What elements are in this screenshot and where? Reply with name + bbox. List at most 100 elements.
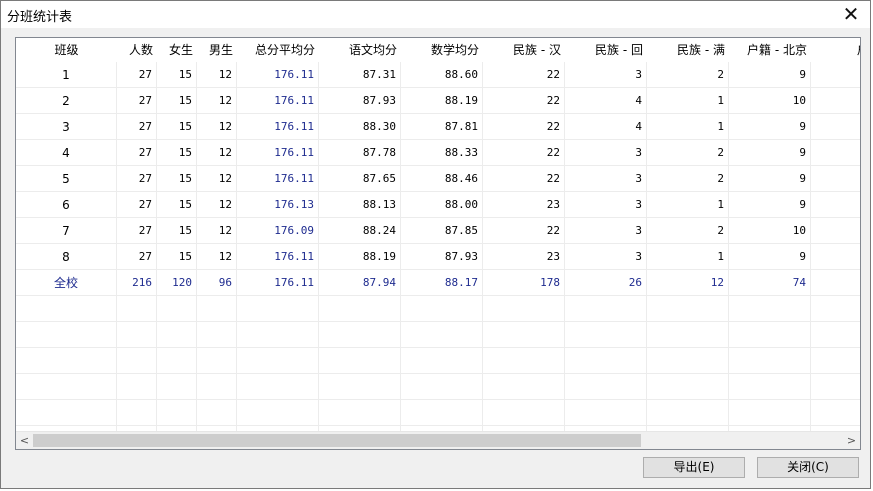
table-cell	[811, 88, 860, 113]
column-header[interactable]: 户籍 - 北京	[729, 38, 811, 62]
column-header[interactable]: 人数	[117, 38, 157, 62]
empty-cell	[197, 296, 237, 321]
table-cell: 176.11	[237, 140, 319, 165]
empty-cell	[319, 400, 401, 425]
title-bar: 分班统计表 ✕	[1, 1, 870, 28]
table-cell: 74	[729, 270, 811, 295]
table-cell: 22	[483, 88, 565, 113]
empty-row	[16, 348, 860, 374]
empty-cell	[565, 348, 647, 373]
table-cell: 88.17	[401, 270, 483, 295]
table-cell: 10	[729, 88, 811, 113]
table-cell: 176.09	[237, 218, 319, 243]
column-header[interactable]: 男生	[197, 38, 237, 62]
empty-cell	[729, 400, 811, 425]
table-row[interactable]: 6 27 15 12 176.13 88.13 88.00 23 3 1 9	[16, 192, 860, 218]
empty-cell	[157, 296, 197, 321]
empty-cell	[647, 374, 729, 399]
empty-cell	[197, 374, 237, 399]
table-row[interactable]: 3 27 15 12 176.11 88.30 87.81 22 4 1 9	[16, 114, 860, 140]
table-cell: 176.11	[237, 62, 319, 87]
empty-cell	[729, 322, 811, 347]
empty-cell	[197, 322, 237, 347]
table-cell	[811, 114, 860, 139]
empty-cell	[237, 400, 319, 425]
table-cell: 88.19	[319, 244, 401, 269]
table-cell: 4	[565, 88, 647, 113]
table-cell: 216	[117, 270, 157, 295]
empty-cell	[16, 322, 117, 347]
table-cell: 176.11	[237, 88, 319, 113]
table-cell: 2	[16, 88, 117, 113]
column-header[interactable]: 班级	[16, 38, 117, 62]
column-header[interactable]: 民族 - 回	[565, 38, 647, 62]
scroll-left-icon[interactable]: <	[16, 432, 33, 449]
empty-cell	[197, 400, 237, 425]
table-cell: 23	[483, 244, 565, 269]
column-header[interactable]: 数学均分	[401, 38, 483, 62]
table-cell: 87.78	[319, 140, 401, 165]
empty-cell	[565, 400, 647, 425]
scroll-right-icon[interactable]: >	[843, 432, 860, 449]
table-cell: 4	[16, 140, 117, 165]
table-cell: 27	[117, 166, 157, 191]
table-cell: 27	[117, 62, 157, 87]
table-cell: 3	[565, 244, 647, 269]
table-cell: 12	[197, 244, 237, 269]
table-row[interactable]: 5 27 15 12 176.11 87.65 88.46 22 3 2 9	[16, 166, 860, 192]
table-cell: 2	[647, 166, 729, 191]
total-row[interactable]: 全校 216 120 96 176.11 87.94 88.17 178 26 12 74	[16, 270, 860, 296]
empty-cell	[117, 348, 157, 373]
horizontal-scrollbar[interactable]: < >	[16, 431, 860, 449]
table-cell: 87.93	[319, 88, 401, 113]
table-cell: 9	[729, 192, 811, 217]
close-button[interactable]: 关闭(C)	[757, 457, 859, 478]
table-row[interactable]: 1 27 15 12 176.11 87.31 88.60 22 3 2 9	[16, 62, 860, 88]
column-header[interactable]: 女生	[157, 38, 197, 62]
table-cell: 9	[729, 166, 811, 191]
column-header[interactable]: 户籍 -	[811, 38, 860, 62]
stats-grid[interactable]: 班级 人数 女生 男生 总分平均分 语文均分 数学均分 民族 - 汉民族 - 回民族 - 满户…	[15, 37, 861, 450]
column-header[interactable]: 语文均分	[319, 38, 401, 62]
table-cell: 87.31	[319, 62, 401, 87]
table-cell: 22	[483, 62, 565, 87]
empty-cell	[565, 322, 647, 347]
empty-cell	[401, 348, 483, 373]
table-cell: 15	[157, 166, 197, 191]
grid-viewport: 班级 人数 女生 男生 总分平均分 语文均分 数学均分 民族 - 汉民族 - 回民族 - 满户…	[16, 38, 860, 432]
table-cell: 88.60	[401, 62, 483, 87]
table-row[interactable]: 8 27 15 12 176.11 88.19 87.93 23 3 1 9	[16, 244, 860, 270]
export-button[interactable]: 导出(E)	[643, 457, 745, 478]
table-cell	[811, 192, 860, 217]
empty-cell	[483, 296, 565, 321]
column-header[interactable]: 民族 - 满	[647, 38, 729, 62]
table-row[interactable]: 7 27 15 12 176.09 88.24 87.85 22 3 2 10	[16, 218, 860, 244]
table-cell: 12	[197, 218, 237, 243]
table-cell: 87.81	[401, 114, 483, 139]
table-cell: 12	[647, 270, 729, 295]
table-row[interactable]: 2 27 15 12 176.11 87.93 88.19 22 4 1 10	[16, 88, 860, 114]
empty-cell	[811, 322, 860, 347]
column-header[interactable]: 总分平均分	[237, 38, 319, 62]
empty-row	[16, 400, 860, 426]
table-cell	[811, 270, 860, 295]
stats-dialog: 分班统计表 ✕ 班级 人数 女生 男生 总分平均分 语文均分 数学均分 民族 - 汉民族 - …	[0, 0, 871, 489]
empty-row	[16, 322, 860, 348]
empty-cell	[565, 374, 647, 399]
table-cell: 15	[157, 88, 197, 113]
column-header[interactable]: 民族 - 汉	[483, 38, 565, 62]
table-cell: 87.65	[319, 166, 401, 191]
table-cell: 15	[157, 114, 197, 139]
scroll-thumb[interactable]	[33, 434, 641, 447]
empty-cell	[647, 322, 729, 347]
empty-cell	[117, 374, 157, 399]
table-cell	[811, 140, 860, 165]
table-cell: 15	[157, 192, 197, 217]
table-cell: 22	[483, 218, 565, 243]
empty-cell	[157, 400, 197, 425]
table-cell: 88.00	[401, 192, 483, 217]
table-row[interactable]: 4 27 15 12 176.11 87.78 88.33 22 3 2 9	[16, 140, 860, 166]
close-icon[interactable]: ✕	[840, 4, 862, 26]
empty-cell	[565, 296, 647, 321]
table-cell: 1	[647, 114, 729, 139]
